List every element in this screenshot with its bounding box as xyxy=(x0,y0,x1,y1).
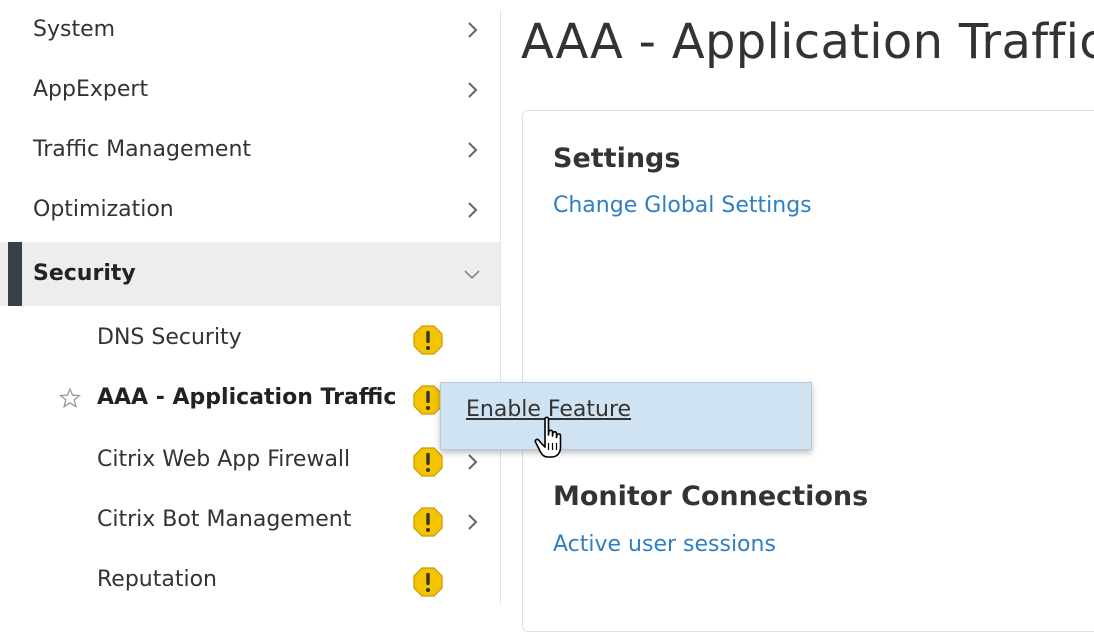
sidebar-subitem-reputation[interactable]: Reputation xyxy=(0,550,500,610)
chevron-right-icon xyxy=(462,452,482,472)
monitor-connections-heading: Monitor Connections xyxy=(553,481,869,512)
chevron-right-icon xyxy=(462,140,482,160)
sidebar-divider xyxy=(500,10,501,604)
hand-cursor-icon xyxy=(533,415,569,463)
page-title: AAA - Application Traffic xyxy=(521,14,1094,70)
sidebar-subitem-label: Citrix Web App Firewall xyxy=(97,447,351,472)
sidebar-item-system[interactable]: System xyxy=(0,0,500,60)
chevron-right-icon xyxy=(462,20,482,40)
sidebar-subitem-label: Reputation xyxy=(97,567,217,592)
warning-icon[interactable] xyxy=(413,385,443,415)
sidebar-item-label: Security xyxy=(33,261,136,286)
change-global-settings-link[interactable]: Change Global Settings xyxy=(553,193,812,218)
sidebar-subitem-aaa-application-traffic[interactable]: AAA - Application Traffic xyxy=(0,368,500,428)
chevron-right-icon xyxy=(462,200,482,220)
chevron-down-icon xyxy=(462,264,482,284)
sidebar-nav: System AppExpert Traffic Management Opti… xyxy=(0,0,500,604)
warning-icon xyxy=(413,447,443,477)
sidebar-subitem-label: AAA - Application Traffic xyxy=(97,385,397,410)
sidebar-item-optimization[interactable]: Optimization xyxy=(0,180,500,240)
chevron-right-icon xyxy=(462,512,482,532)
sidebar-subitem-web-app-firewall[interactable]: Citrix Web App Firewall xyxy=(0,430,500,490)
sidebar-item-label: System xyxy=(33,17,116,42)
sidebar-subitem-label: DNS Security xyxy=(97,325,242,350)
sidebar-item-label: Traffic Management xyxy=(33,137,252,162)
sidebar-item-security[interactable]: Security xyxy=(0,242,500,306)
sidebar-item-appexpert[interactable]: AppExpert xyxy=(0,60,500,120)
content-panel: Settings Change Global Settings Monitor … xyxy=(522,110,1094,632)
active-user-sessions-link[interactable]: Active user sessions xyxy=(553,532,776,557)
sidebar-subitem-label: Citrix Bot Management xyxy=(97,507,352,532)
warning-icon xyxy=(413,325,443,355)
context-menu: Enable Feature xyxy=(440,382,812,450)
sidebar-item-label: AppExpert xyxy=(33,77,149,102)
settings-heading: Settings xyxy=(553,143,681,174)
sidebar-subitem-dns-security[interactable]: DNS Security xyxy=(0,308,500,368)
active-indicator xyxy=(8,242,22,306)
sidebar-item-label: Optimization xyxy=(33,197,174,222)
sidebar-item-traffic-management[interactable]: Traffic Management xyxy=(0,120,500,180)
chevron-right-icon xyxy=(462,80,482,100)
warning-icon xyxy=(413,507,443,537)
sidebar-subitem-bot-management[interactable]: Citrix Bot Management xyxy=(0,490,500,550)
warning-icon xyxy=(413,567,443,597)
star-icon[interactable] xyxy=(58,387,82,409)
